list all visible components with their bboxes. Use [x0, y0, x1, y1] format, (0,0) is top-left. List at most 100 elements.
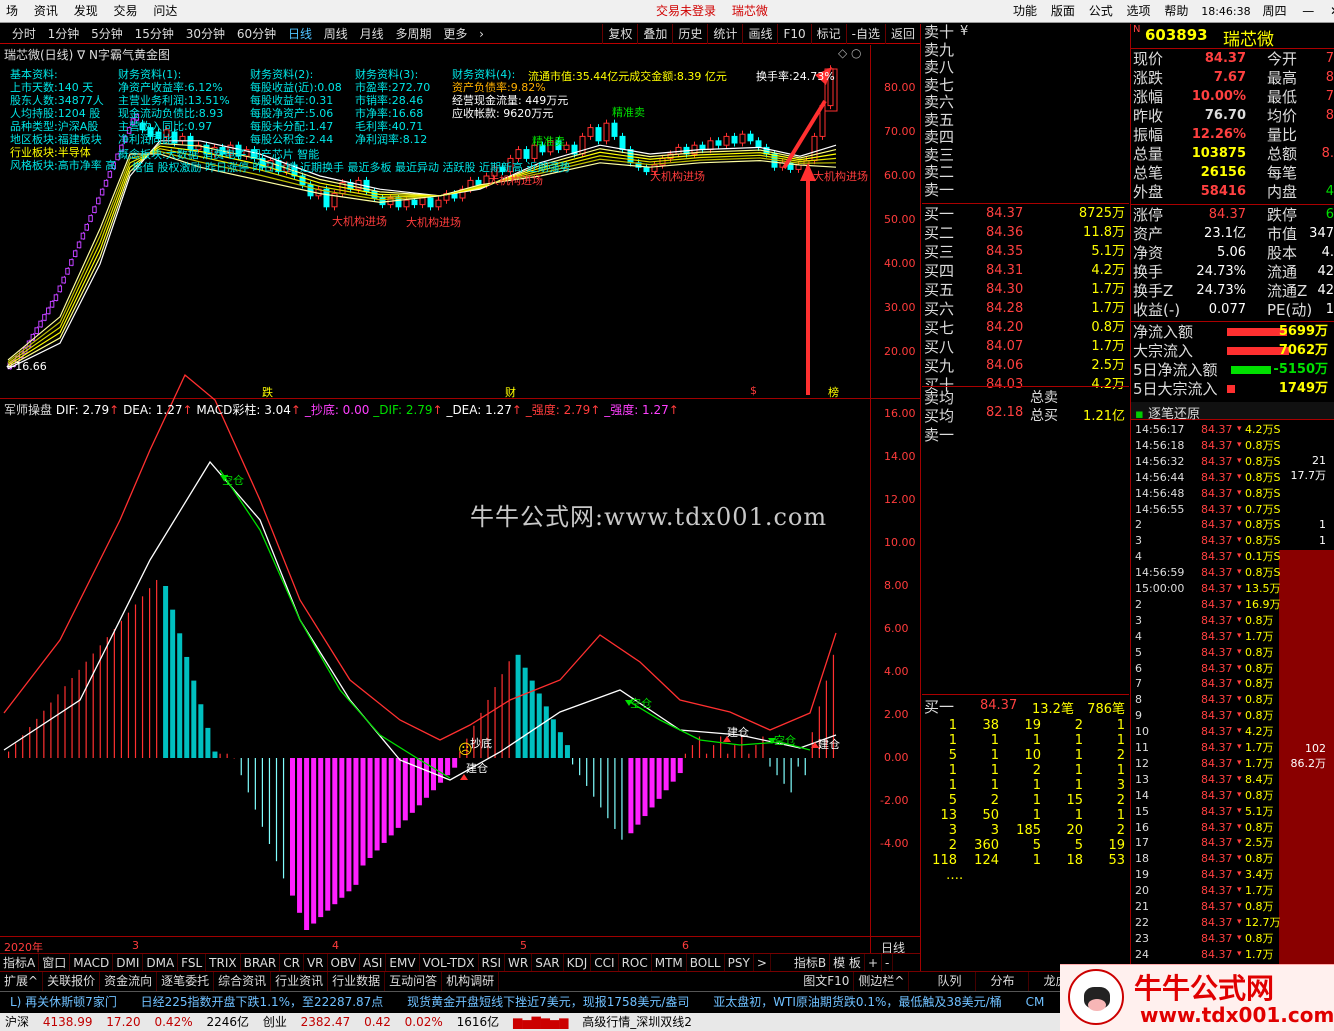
- candle[interactable]: [587, 124, 594, 140]
- candle[interactable]: [92, 205, 97, 214]
- candle[interactable]: [755, 137, 762, 151]
- indicator-tab[interactable]: CR: [280, 954, 304, 972]
- event-marker[interactable]: 财: [505, 384, 516, 400]
- event-marker[interactable]: 榜: [828, 384, 839, 400]
- period-tab[interactable]: 30分钟: [182, 24, 229, 44]
- candle[interactable]: [61, 275, 66, 284]
- extension-tab[interactable]: 互动问答: [385, 972, 443, 991]
- period-tab[interactable]: 15分钟: [131, 24, 178, 44]
- buy-level-price[interactable]: 84.07: [986, 338, 1023, 356]
- indicator-tab[interactable]: EMV: [386, 954, 420, 972]
- tool-button[interactable]: -自选: [845, 24, 885, 44]
- indicator-tab[interactable]: +: [865, 954, 882, 972]
- indicator-tab[interactable]: BRAR: [241, 954, 281, 972]
- candle[interactable]: [739, 130, 746, 147]
- candle[interactable]: [619, 132, 626, 154]
- candle[interactable]: [811, 132, 818, 165]
- indicator-tab[interactable]: 模 板: [830, 954, 865, 972]
- candle[interactable]: [96, 196, 101, 205]
- indicator-name[interactable]: 军师操盘: [4, 403, 52, 417]
- indicator-tab[interactable]: RSI: [479, 954, 506, 972]
- candle[interactable]: [72, 249, 78, 258]
- menu-item[interactable]: 资讯: [28, 0, 64, 22]
- candle[interactable]: [57, 284, 63, 293]
- candle[interactable]: [46, 306, 51, 315]
- candle[interactable]: [715, 137, 722, 149]
- menu-item[interactable]: 公式: [1084, 4, 1118, 18]
- server-status[interactable]: 高级行情_深圳双线2: [577, 1013, 697, 1031]
- extension-tab[interactable]: 扩展^: [0, 972, 44, 991]
- buy-level-price[interactable]: 84.20: [986, 319, 1023, 337]
- menu-item[interactable]: 功能: [1008, 4, 1042, 18]
- menu-item[interactable]: 问达: [147, 0, 183, 22]
- candle[interactable]: [723, 132, 730, 149]
- buy-level-price[interactable]: 84.36: [986, 224, 1023, 242]
- candle[interactable]: [603, 119, 610, 145]
- period-tab[interactable]: 月线: [356, 24, 388, 44]
- extension-tab[interactable]: 逐笔委托: [157, 972, 215, 991]
- indicator-tab[interactable]: SAR: [532, 954, 564, 972]
- candle[interactable]: [103, 179, 109, 187]
- period-tab[interactable]: 60分钟: [233, 24, 280, 44]
- buy-level-price[interactable]: 84.28: [986, 300, 1023, 318]
- login-status[interactable]: 交易未登录: [650, 4, 722, 18]
- candle[interactable]: [53, 293, 59, 302]
- indicator-tab[interactable]: TRIX: [206, 954, 241, 972]
- period-tab[interactable]: 1分钟: [44, 24, 84, 44]
- event-marker[interactable]: $: [750, 384, 757, 397]
- extension-tab[interactable]: 分布: [976, 972, 1030, 991]
- candle[interactable]: [443, 190, 450, 204]
- candle[interactable]: [42, 313, 47, 322]
- candle[interactable]: [80, 231, 86, 240]
- indicator-tab[interactable]: DMA: [143, 954, 179, 972]
- indicator-tab[interactable]: -: [882, 954, 894, 972]
- news-item[interactable]: 亚太盘初，WTI原油期货跌0.1%，最低触及38美元/桶: [703, 992, 1012, 1013]
- news-item[interactable]: 现货黄金开盘短线下挫近7美元，现报1758美元/盎司: [397, 992, 699, 1013]
- tool-button[interactable]: F10: [777, 24, 810, 44]
- event-marker[interactable]: 跌: [262, 384, 273, 400]
- candle[interactable]: [69, 258, 74, 267]
- indicator-tab[interactable]: VR: [304, 954, 328, 972]
- candle[interactable]: [595, 124, 602, 145]
- period-tab[interactable]: 更多: [439, 24, 471, 44]
- indicator-tab[interactable]: 指标A: [0, 954, 40, 972]
- menu-item[interactable]: 发现: [68, 0, 104, 22]
- tool-button[interactable]: 标记: [810, 24, 846, 44]
- extension-tab[interactable]: 机构调研: [442, 972, 500, 991]
- menu-item[interactable]: 帮助: [1159, 4, 1193, 18]
- buy-level-price[interactable]: 84.37: [986, 205, 1023, 223]
- candle[interactable]: [699, 141, 706, 154]
- candle[interactable]: [643, 163, 650, 176]
- indicator-tab[interactable]: BOLL: [687, 954, 725, 972]
- candle[interactable]: [435, 196, 442, 211]
- indicator-tab[interactable]: DMI: [113, 954, 144, 972]
- indicator-tab[interactable]: >: [754, 954, 771, 972]
- indicator-tab[interactable]: ASI: [360, 954, 387, 972]
- minimize-icon[interactable]: —: [1294, 4, 1322, 18]
- queue-more[interactable]: ….: [946, 868, 963, 883]
- candle[interactable]: [747, 130, 754, 145]
- indicator-tab[interactable]: FSL: [178, 954, 207, 972]
- indicator-tab[interactable]: MTM: [652, 954, 687, 972]
- buy-level-price[interactable]: 84.31: [986, 262, 1023, 280]
- menu-item[interactable]: 交易: [108, 0, 144, 22]
- candle[interactable]: [38, 319, 43, 328]
- buy-level-price[interactable]: 84.03: [986, 376, 1023, 394]
- indicator-tab[interactable]: 指标B: [791, 954, 831, 972]
- candle[interactable]: [731, 132, 738, 147]
- sh-index-label[interactable]: 沪深: [0, 1013, 34, 1031]
- indicator-tab[interactable]: OBV: [328, 954, 361, 972]
- candle[interactable]: [76, 240, 82, 249]
- indicator-tab[interactable]: CCI: [591, 954, 619, 972]
- chevron-right-icon[interactable]: ›: [475, 24, 488, 44]
- candle[interactable]: [611, 119, 618, 140]
- candle[interactable]: [88, 214, 93, 223]
- extension-tab[interactable]: 侧边栏^: [854, 972, 910, 991]
- indicator-tab[interactable]: ROC: [619, 954, 652, 972]
- period-tab[interactable]: 多周期: [391, 24, 435, 44]
- extension-tab[interactable]: 行业数据: [328, 972, 386, 991]
- tool-button[interactable]: 统计: [707, 24, 742, 44]
- candle[interactable]: [323, 185, 330, 211]
- diamond-icon[interactable]: ◇ ○: [838, 46, 862, 60]
- extension-tab[interactable]: 综合资讯: [214, 972, 272, 991]
